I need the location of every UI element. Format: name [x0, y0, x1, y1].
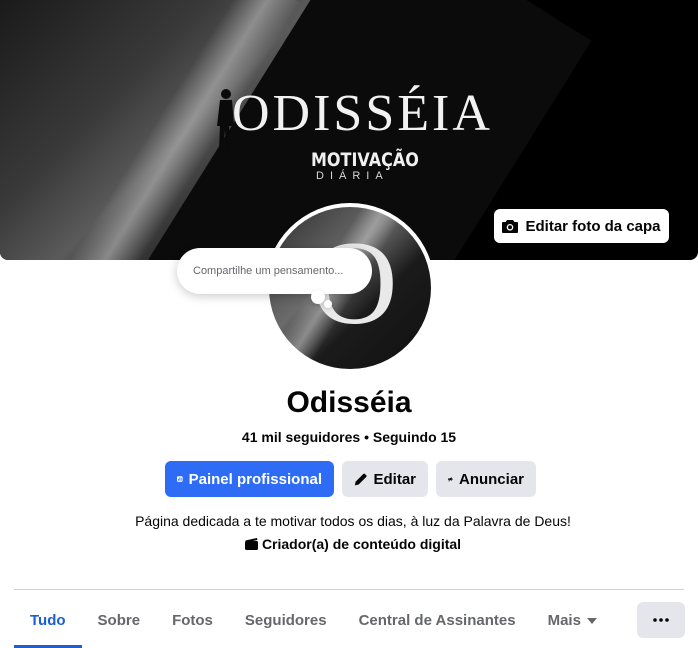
- bar-chart-icon: [177, 476, 183, 482]
- advertise-button[interactable]: Anunciar: [436, 461, 536, 497]
- thought-bubble-dot: [311, 290, 325, 304]
- cover-subtitle-2: DIÁRIA: [316, 170, 389, 182]
- professional-dashboard-button[interactable]: Painel profissional: [165, 461, 334, 497]
- more-options-button[interactable]: [637, 602, 685, 638]
- edit-cover-photo-button[interactable]: Editar foto da capa: [494, 209, 669, 243]
- tab-subscriber-hub[interactable]: Central de Assinantes: [343, 593, 532, 648]
- pencil-icon: [354, 473, 367, 485]
- cover-subtitle: MOTIVAÇÃO: [311, 148, 419, 171]
- megaphone-icon: [448, 476, 453, 481]
- tab-photos[interactable]: Fotos: [156, 593, 229, 648]
- edit-cover-photo-label: Editar foto da capa: [525, 217, 661, 235]
- tab-about[interactable]: Sobre: [82, 593, 157, 648]
- camera-icon: [502, 220, 519, 233]
- share-thought-bubble[interactable]: Compartilhe um pensamento...: [177, 248, 372, 294]
- clapperboard-icon: [244, 538, 258, 550]
- page-bio: Página dedicada a te motivar todos os di…: [135, 513, 571, 529]
- page-category-label: Criador(a) de conteúdo digital: [261, 536, 462, 552]
- page-title: Odisséia: [286, 386, 412, 419]
- page-category: Criador(a) de conteúdo digital: [0, 536, 698, 552]
- edit-page-button[interactable]: Editar: [342, 461, 428, 497]
- edit-page-label: Editar: [373, 470, 416, 488]
- tab-more[interactable]: Mais: [532, 593, 613, 648]
- tab-followers[interactable]: Seguidores: [229, 593, 343, 648]
- advertise-label: Anunciar: [458, 470, 524, 488]
- ellipsis-icon: [653, 618, 669, 622]
- profile-actions: Painel profissional Editar Anunciar: [165, 461, 536, 497]
- tab-all[interactable]: Tudo: [14, 593, 82, 648]
- share-thought-placeholder: Compartilhe um pensamento...: [193, 265, 344, 277]
- tabs-divider: [14, 589, 684, 590]
- follower-stats[interactable]: 41 mil seguidores • Seguindo 15: [0, 429, 698, 445]
- thought-bubble-dot: [324, 300, 332, 308]
- professional-dashboard-label: Painel profissional: [188, 470, 322, 488]
- caret-down-icon: [586, 617, 597, 624]
- cover-title: ODISSÉIA: [232, 85, 493, 142]
- profile-tabs: Tudo Sobre Fotos Seguidores Central de A…: [14, 593, 613, 648]
